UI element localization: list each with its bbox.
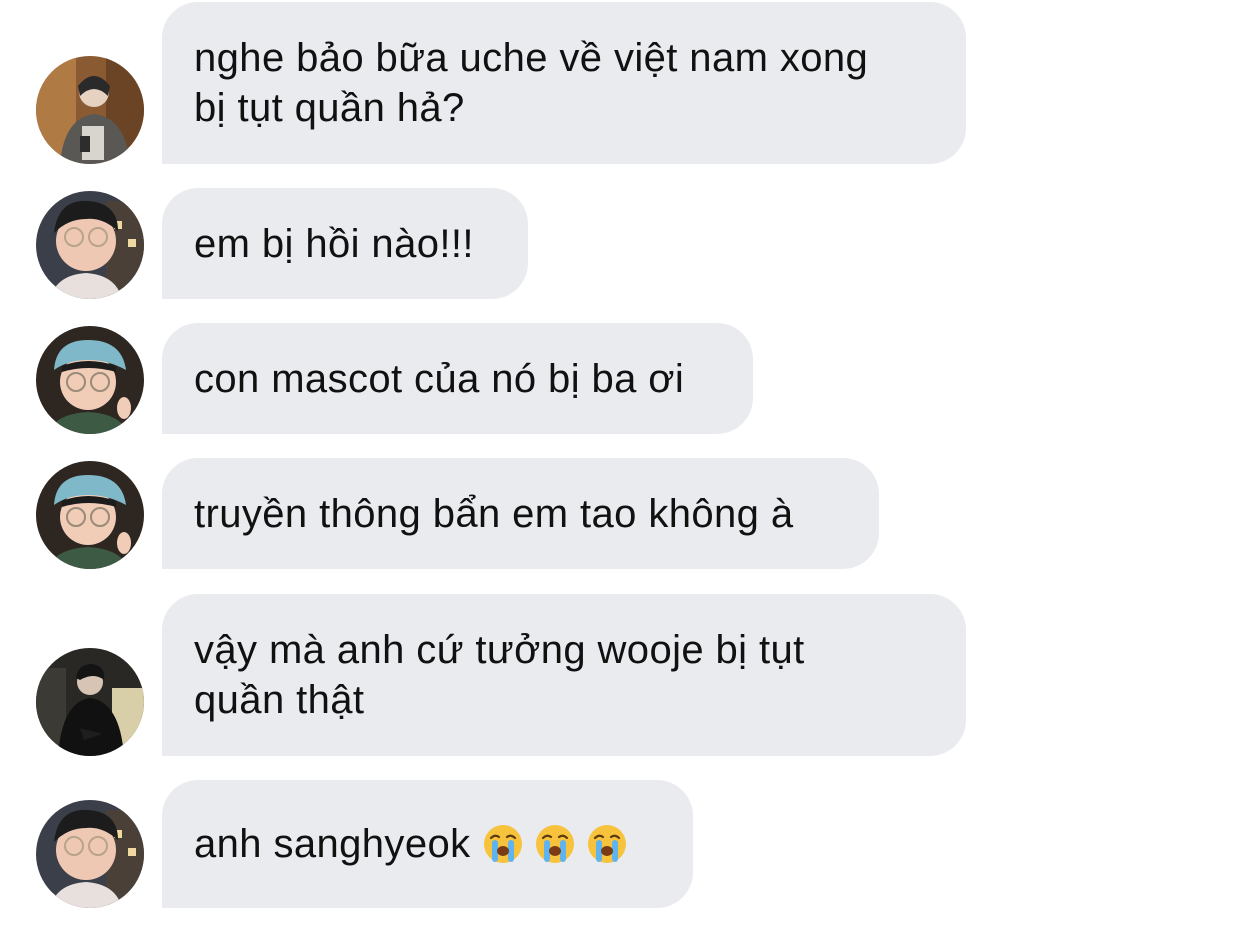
message-bubble[interactable]: em bị hồi nào!!! (162, 188, 528, 299)
message-text: nghe bảo bữa uche về việt nam xong bị tụ… (194, 36, 869, 130)
avatar[interactable] (36, 648, 144, 756)
avatar[interactable] (36, 56, 144, 164)
avatar-photo-4-icon (36, 648, 144, 756)
avatar-photo-3-icon (36, 461, 144, 569)
avatar[interactable] (36, 326, 144, 434)
message-bubble[interactable]: truyền thông bẩn em tao không à (162, 458, 879, 569)
avatar-photo-1-icon (36, 56, 144, 164)
message-text: vậy mà anh cứ tưởng wooje bị tụt quần th… (194, 628, 805, 722)
message-bubble[interactable]: con mascot của nó bị ba ơi (162, 323, 753, 434)
avatar-photo-2-icon (36, 800, 144, 908)
avatar[interactable] (36, 800, 144, 908)
message-text: truyền thông bẩn em tao không à (194, 491, 794, 536)
message-bubble[interactable]: anh sanghyeok (162, 780, 693, 908)
chat-thread: nghe bảo bữa uche về việt nam xong bị tụ… (0, 0, 1242, 925)
avatar-photo-3-icon (36, 326, 144, 434)
message-bubble[interactable]: nghe bảo bữa uche về việt nam xong bị tụ… (162, 2, 966, 164)
loudly-crying-face-icon (535, 824, 575, 864)
message-text: con mascot của nó bị ba ơi (194, 356, 685, 401)
message-text: anh sanghyeok (194, 822, 471, 866)
message-bubble[interactable]: vậy mà anh cứ tưởng wooje bị tụt quần th… (162, 594, 966, 756)
loudly-crying-face-icon (483, 824, 523, 864)
avatar[interactable] (36, 191, 144, 299)
message-text: em bị hồi nào!!! (194, 221, 474, 266)
loudly-crying-face-icon (587, 824, 627, 864)
avatar[interactable] (36, 461, 144, 569)
avatar-photo-2-icon (36, 191, 144, 299)
